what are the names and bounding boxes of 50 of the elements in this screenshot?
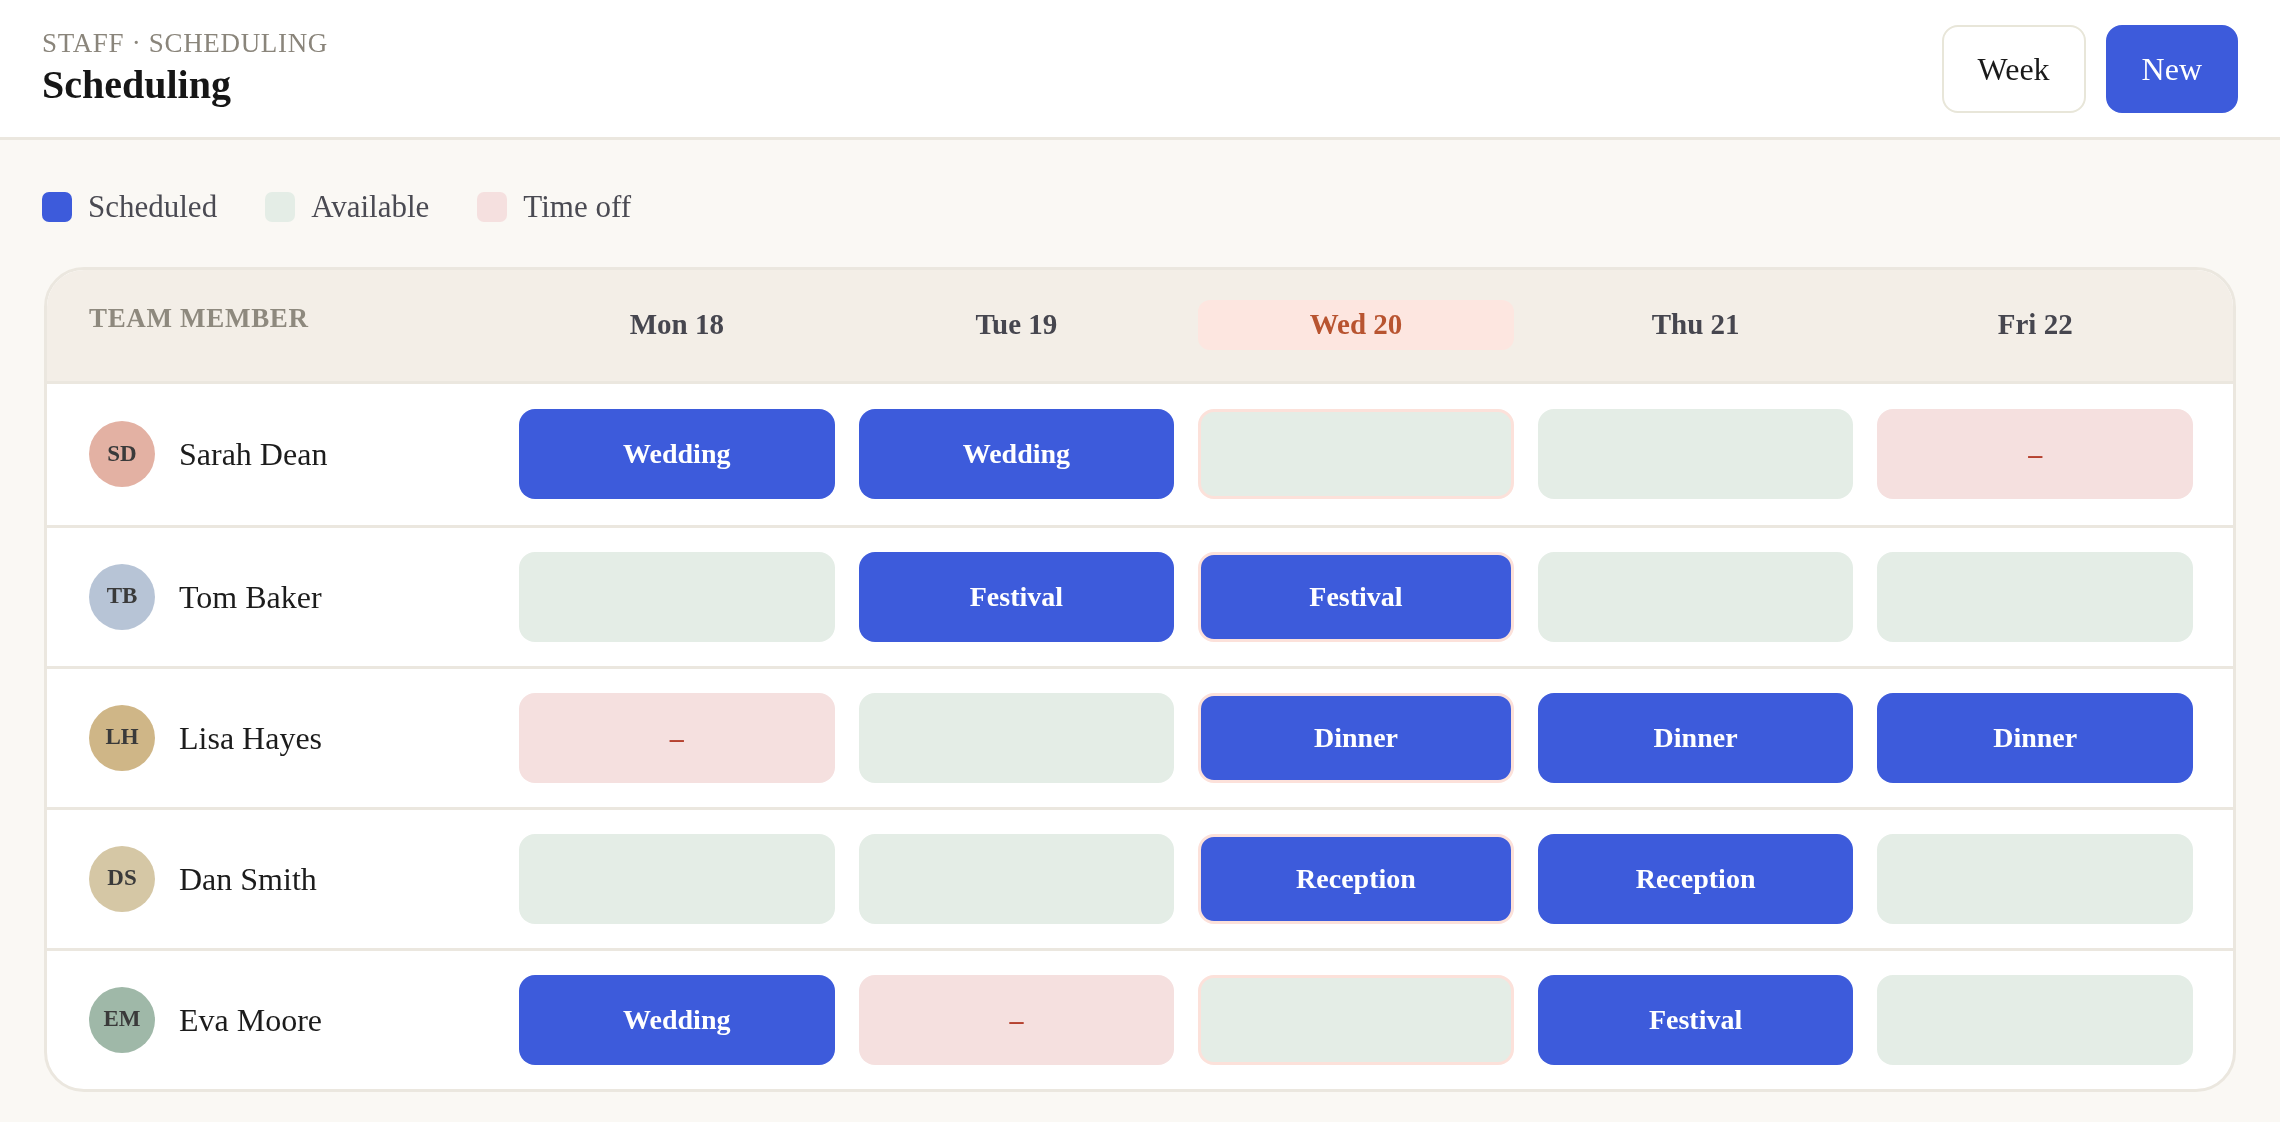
shift-cell[interactable] <box>1198 409 1514 499</box>
avatar: TB <box>89 563 155 630</box>
shift-cell[interactable]: – <box>1877 409 2193 499</box>
legend-label: Time off <box>523 188 631 226</box>
shift-cell[interactable] <box>519 833 835 924</box>
shift-cell[interactable] <box>519 551 835 642</box>
new-button[interactable]: New <box>2105 24 2238 113</box>
legend-swatch <box>42 192 72 223</box>
page-title: Scheduling <box>42 61 232 110</box>
avatar: DS <box>89 845 155 912</box>
shift-cell[interactable]: Reception <box>1537 833 1854 924</box>
member-name: Tom Baker <box>179 577 322 617</box>
legend-swatch <box>477 192 508 223</box>
day-heading: Thu 21 <box>1650 307 1741 343</box>
shift-cell[interactable]: – <box>519 692 835 783</box>
shift-cell[interactable] <box>1877 974 2193 1065</box>
column-heading: TEAM MEMBER <box>88 301 309 335</box>
avatar: LH <box>89 704 155 771</box>
avatar: EM <box>89 986 155 1053</box>
member-name: Dan Smith <box>179 859 317 899</box>
shift-cell[interactable]: Festival <box>1537 974 1854 1065</box>
day-heading: Fri 22 <box>1996 307 2074 343</box>
member-name: Eva Moore <box>179 1000 323 1040</box>
shift-cell[interactable]: Dinner <box>1877 692 2193 783</box>
shift-cell[interactable]: Reception <box>1198 833 1514 924</box>
shift-cell[interactable] <box>1198 974 1514 1065</box>
shift-cell[interactable]: Festival <box>1198 551 1514 642</box>
member-name: Lisa Hayes <box>179 718 323 758</box>
member-name: Sarah Dean <box>179 435 328 474</box>
view-button[interactable]: Week <box>1941 24 2086 113</box>
day-heading: Tue 19 <box>974 307 1059 343</box>
shift-cell[interactable] <box>1877 833 2193 924</box>
breadcrumb: STAFF · SCHEDULING <box>42 26 328 60</box>
shift-cell[interactable]: Wedding <box>858 409 1175 499</box>
shift-cell[interactable] <box>1877 551 2193 642</box>
legend-label: Available <box>311 188 430 226</box>
shift-cell[interactable] <box>1537 551 1854 642</box>
shift-cell[interactable]: Festival <box>858 551 1175 642</box>
shift-cell[interactable]: – <box>858 974 1175 1065</box>
shift-cell[interactable]: Dinner <box>1198 692 1514 783</box>
shift-cell[interactable]: Wedding <box>519 974 835 1065</box>
avatar: SD <box>89 421 155 487</box>
shift-cell[interactable] <box>858 833 1175 924</box>
legend-label: Scheduled <box>88 188 218 226</box>
shift-cell[interactable]: Dinner <box>1537 692 1854 783</box>
day-heading: Mon 18 <box>628 307 725 343</box>
shift-cell[interactable]: Wedding <box>519 409 835 499</box>
day-heading: Wed 20 <box>1198 300 1514 350</box>
shift-cell[interactable] <box>858 692 1175 783</box>
shift-cell[interactable] <box>1537 409 1854 499</box>
